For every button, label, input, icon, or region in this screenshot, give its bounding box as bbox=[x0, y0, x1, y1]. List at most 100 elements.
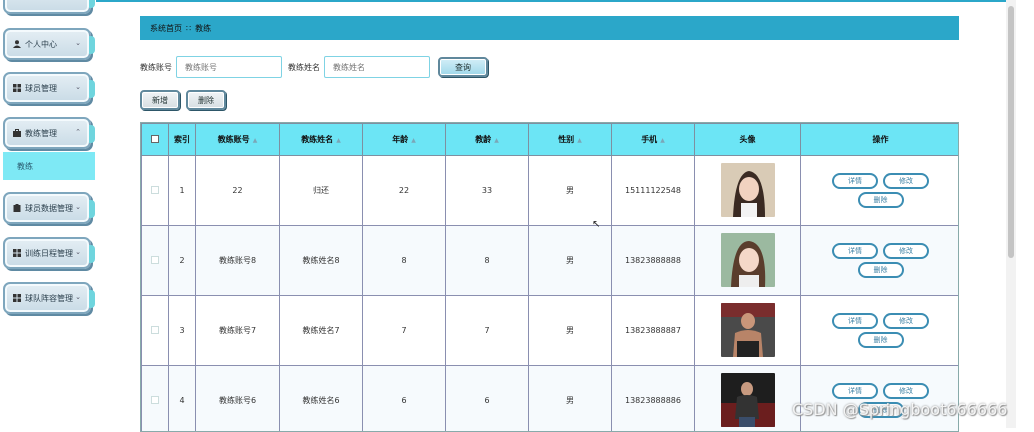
row-delete-button[interactable]: 删除 bbox=[858, 332, 904, 348]
sidebar-item-label: 教练管理 bbox=[25, 128, 57, 139]
sidebar: 个人中心 ⌄ 球员管理 ⌄ 教练管理 ⌃ 教练 球员数据管理 ⌄ 训练日程管理 … bbox=[0, 0, 96, 428]
sidebar-item-coach-management[interactable]: 教练管理 ⌃ bbox=[3, 117, 91, 149]
cell-index: 1 bbox=[169, 156, 196, 226]
cell-years: 8 bbox=[446, 226, 529, 296]
table-row: 1 22 归还 22 33 男 15111122548 bbox=[142, 156, 960, 226]
scrollbar-thumb[interactable] bbox=[1008, 6, 1014, 258]
sidebar-item-players[interactable]: 球员管理 ⌄ bbox=[3, 72, 91, 104]
sort-icon[interactable]: ▲ bbox=[253, 137, 258, 144]
sidebar-item-label: 个人中心 bbox=[25, 39, 57, 50]
sort-icon[interactable]: ▲ bbox=[494, 137, 499, 144]
avatar bbox=[721, 163, 775, 217]
cell-avatar bbox=[695, 366, 801, 432]
breadcrumb: 系统首页 ∷ 教练 bbox=[140, 16, 959, 40]
row-select-cell[interactable] bbox=[142, 156, 169, 226]
detail-button[interactable]: 详情 bbox=[832, 383, 878, 399]
name-search-input[interactable] bbox=[324, 56, 430, 78]
sidebar-item-label: 球员管理 bbox=[25, 83, 57, 94]
cell-name: 归还 bbox=[280, 156, 363, 226]
row-checkbox[interactable] bbox=[151, 186, 159, 194]
cell-age: 8 bbox=[363, 226, 446, 296]
cell-gender: 男 bbox=[529, 156, 612, 226]
chevron-down-icon: ⌄ bbox=[75, 293, 81, 301]
row-checkbox[interactable] bbox=[151, 326, 159, 334]
edit-button[interactable]: 修改 bbox=[883, 383, 929, 399]
chevron-down-icon: ⌄ bbox=[75, 203, 81, 211]
search-button[interactable]: 查询 bbox=[438, 57, 488, 77]
cell-phone: 13823888886 bbox=[612, 366, 695, 432]
cell-index: 4 bbox=[169, 366, 196, 432]
sort-icon[interactable]: ▲ bbox=[411, 137, 416, 144]
cell-name: 教练姓名6 bbox=[280, 366, 363, 432]
sidebar-item-label: 球员数据管理 bbox=[25, 203, 73, 214]
row-select-cell[interactable] bbox=[142, 296, 169, 366]
mouse-cursor-icon: ↖ bbox=[592, 219, 600, 230]
select-all-cell[interactable] bbox=[142, 124, 169, 156]
column-header-age[interactable]: 年龄▲ bbox=[363, 124, 446, 156]
column-header-phone[interactable]: 手机▲ bbox=[612, 124, 695, 156]
account-label: 教练账号 bbox=[140, 62, 172, 73]
cell-account: 教练账号7 bbox=[196, 296, 280, 366]
sidebar-item-player-data[interactable]: 球员数据管理 ⌄ bbox=[3, 192, 91, 224]
sort-icon[interactable]: ▲ bbox=[336, 137, 341, 144]
breadcrumb-home[interactable]: 系统首页 bbox=[150, 23, 182, 34]
cell-operations: 详情 修改 删除 bbox=[801, 296, 960, 366]
row-actions: 详情 修改 删除 bbox=[801, 173, 959, 208]
sidebar-item-personal-center[interactable]: 个人中心 ⌄ bbox=[3, 28, 91, 60]
column-header: 索引 bbox=[169, 124, 196, 156]
column-header-gender[interactable]: 性别▲ bbox=[529, 124, 612, 156]
cell-gender: 男 bbox=[529, 296, 612, 366]
row-actions: 详情 修改 删除 bbox=[801, 313, 959, 348]
cell-phone: 13823888888 bbox=[612, 226, 695, 296]
vertical-scrollbar[interactable] bbox=[1006, 0, 1016, 428]
select-all-checkbox[interactable] bbox=[151, 135, 159, 143]
table-row: 2 教练账号8 教练姓名8 8 8 男 13823888888 bbox=[142, 226, 960, 296]
detail-button[interactable]: 详情 bbox=[832, 313, 878, 329]
detail-button[interactable]: 详情 bbox=[832, 173, 878, 189]
name-label: 教练姓名 bbox=[288, 62, 320, 73]
coach-table: 索引 教练账号▲ 教练姓名▲ 年龄▲ 教龄▲ 性别▲ 手机▲ 头像 操作 1 2… bbox=[140, 122, 959, 432]
row-select-cell[interactable] bbox=[142, 366, 169, 432]
detail-button[interactable]: 详情 bbox=[832, 243, 878, 259]
edit-button[interactable]: 修改 bbox=[883, 173, 929, 189]
row-delete-button[interactable]: 删除 bbox=[858, 262, 904, 278]
sidebar-item-label: 球队阵容管理 bbox=[25, 293, 73, 304]
row-checkbox[interactable] bbox=[151, 396, 159, 404]
edit-button[interactable]: 修改 bbox=[883, 243, 929, 259]
sort-icon[interactable]: ▲ bbox=[577, 137, 582, 144]
sidebar-item-top-partial[interactable] bbox=[3, 0, 91, 14]
action-bar: 新增 删除 bbox=[140, 90, 226, 110]
sidebar-item-label: 训练日程管理 bbox=[25, 248, 73, 259]
add-button[interactable]: 新增 bbox=[140, 90, 180, 110]
table-header-row: 索引 教练账号▲ 教练姓名▲ 年龄▲ 教龄▲ 性别▲ 手机▲ 头像 操作 bbox=[142, 124, 960, 156]
column-header-name[interactable]: 教练姓名▲ bbox=[280, 124, 363, 156]
chevron-down-icon: ⌄ bbox=[75, 39, 81, 47]
cell-index: 3 bbox=[169, 296, 196, 366]
account-search-input[interactable] bbox=[176, 56, 282, 78]
cell-phone: 15111122548 bbox=[612, 156, 695, 226]
cell-avatar bbox=[695, 156, 801, 226]
chevron-down-icon: ⌄ bbox=[75, 248, 81, 256]
row-delete-button[interactable]: 删除 bbox=[858, 192, 904, 208]
cell-gender: 男 bbox=[529, 366, 612, 432]
table-row: 4 教练账号6 教练姓名6 6 6 男 13823888886 bbox=[142, 366, 960, 432]
column-header-operations: 操作 bbox=[801, 124, 960, 156]
column-header-years[interactable]: 教龄▲ bbox=[446, 124, 529, 156]
sidebar-item-training-schedule[interactable]: 训练日程管理 ⌄ bbox=[3, 237, 91, 269]
cell-avatar bbox=[695, 296, 801, 366]
search-bar: 教练账号 教练姓名 查询 bbox=[140, 56, 488, 78]
sidebar-item-team-lineup[interactable]: 球队阵容管理 ⌄ bbox=[3, 282, 91, 314]
sidebar-subitem-coach[interactable]: 教练 bbox=[3, 152, 95, 180]
sort-icon[interactable]: ▲ bbox=[660, 137, 665, 144]
delete-button[interactable]: 删除 bbox=[186, 90, 226, 110]
row-actions-top: 详情 修改 bbox=[832, 313, 929, 329]
row-checkbox[interactable] bbox=[151, 256, 159, 264]
cell-age: 6 bbox=[363, 366, 446, 432]
edit-button[interactable]: 修改 bbox=[883, 313, 929, 329]
avatar bbox=[721, 303, 775, 357]
sidebar-subitem-label: 教练 bbox=[17, 161, 33, 172]
row-select-cell[interactable] bbox=[142, 226, 169, 296]
column-header-account[interactable]: 教练账号▲ bbox=[196, 124, 280, 156]
row-actions-top: 详情 修改 bbox=[832, 173, 929, 189]
column-header-label: 教练姓名 bbox=[301, 135, 333, 144]
